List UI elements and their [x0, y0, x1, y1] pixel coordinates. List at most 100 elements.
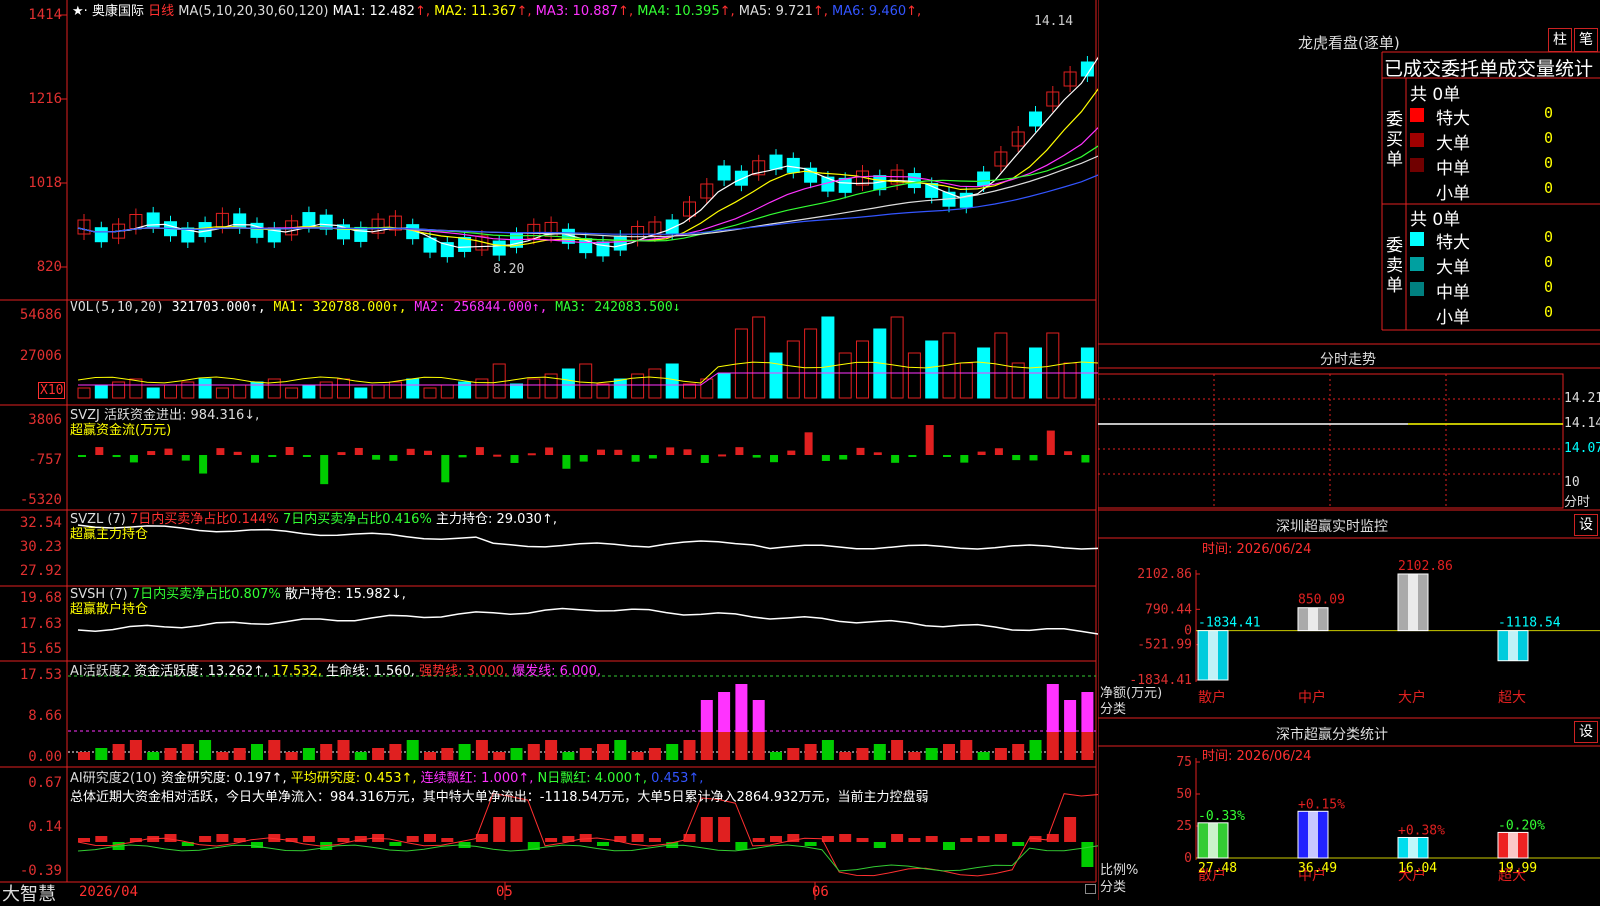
lock-icon[interactable] [1085, 884, 1096, 894]
price-tick: 1414 [28, 7, 62, 23]
volume-bar [354, 387, 368, 399]
order-type-label: 大单 [1436, 258, 1470, 278]
order-count: 0 [1544, 253, 1554, 271]
volume-bar [319, 381, 333, 399]
fund-flow-bar [614, 449, 623, 455]
volume-bar [510, 383, 523, 399]
activity-bar [199, 740, 212, 760]
sz-class-time: 时间: 2026/06/24 [1202, 749, 1312, 764]
star-icon[interactable]: ★· [72, 4, 88, 19]
activity-bar [1029, 740, 1042, 760]
activity-bar [95, 748, 108, 760]
research-bar [856, 838, 869, 842]
fund-flow-bar [683, 449, 692, 455]
bar-mode-button[interactable]: 柱 [1548, 28, 1572, 52]
svzl-tick: 27.92 [19, 563, 62, 579]
bar-change-label: +0.15% [1298, 797, 1345, 812]
bar-highlight [1308, 811, 1318, 858]
fund-flow-bar [320, 455, 329, 485]
vol-tick: 27006 [19, 348, 62, 364]
volume-bar [181, 381, 195, 399]
buy-total: 共 0单 [1410, 85, 1461, 105]
volume-bar [561, 368, 575, 399]
candle-body [838, 177, 852, 193]
activity-bar [994, 748, 1007, 760]
activity-bar [666, 744, 679, 760]
volume-bar [215, 387, 229, 399]
intraday-title: 分时走势 [1320, 352, 1376, 368]
sz-monitor-xlabel: 分类 [1100, 702, 1127, 717]
activity-bar [787, 748, 800, 760]
svsh-ratio: 7日内买卖净占比0.807% [131, 587, 281, 602]
svzl-position: 主力持仓: 29.030↑, [435, 512, 557, 527]
volume-bar [959, 362, 973, 399]
research-bar [199, 836, 212, 842]
svzj-tick: -757 [28, 452, 62, 468]
sz-monitor-settings-button[interactable]: 设 [1574, 514, 1598, 536]
fund-flow-bar [925, 425, 934, 455]
research-bar [1012, 842, 1025, 846]
activity-bar [181, 744, 194, 760]
research-bar [545, 838, 558, 842]
bar-axis-tick: 50 [1176, 787, 1192, 802]
fund-flow-bar [181, 455, 190, 461]
fund-flow-bar [233, 451, 242, 455]
svzl-ratio-a: 7日内买卖净占比0.144% [129, 512, 279, 527]
activity-bar [683, 740, 696, 760]
research-bar [994, 834, 1007, 842]
activity-bar [545, 740, 558, 760]
activity-bar [856, 748, 869, 760]
svzj-tick: -5320 [19, 492, 62, 508]
volume-bar [579, 363, 593, 399]
kline-chart-area[interactable]: ★· 奥康国际 日线 MA(5,10,20,30,60,120) MA1: 12… [0, 0, 1098, 905]
activity-bar [320, 744, 333, 760]
stock-name[interactable]: 奥康国际 [92, 4, 144, 19]
fund-flow-bar [1029, 455, 1038, 461]
activity-bar [804, 744, 817, 760]
fund-flow-bar [960, 455, 969, 463]
activity-bar [1012, 744, 1025, 760]
fund-flow-bar [735, 447, 744, 455]
research-bar [908, 838, 921, 842]
ma-value-4: MA4: 10.395↑, [633, 4, 735, 19]
candle-body [665, 219, 679, 235]
research-bar [977, 836, 990, 842]
bar-highlight [1508, 832, 1518, 858]
chart-canvas[interactable] [0, 0, 1098, 900]
order-type-label: 特大 [1436, 109, 1470, 129]
vol-unit-badge[interactable]: X10 [38, 382, 66, 399]
fund-flow-bar [700, 455, 709, 463]
tick-mode-button[interactable]: 笔 [1574, 28, 1598, 52]
fund-flow-bar [579, 455, 588, 462]
candle-body [786, 157, 800, 173]
sz-class-settings-button[interactable]: 设 [1574, 721, 1598, 743]
ai-research-avg: 平均研究度: 0.453↑, [290, 771, 417, 786]
research-bar [873, 842, 886, 848]
activity-bar [1064, 700, 1077, 732]
order-color-swatch [1410, 108, 1424, 122]
price-tick: 820 [36, 259, 62, 275]
activity-bar [943, 744, 955, 760]
svsh-tick: 19.68 [19, 590, 62, 606]
volume-bar [925, 340, 939, 399]
activity-bar [302, 748, 315, 760]
fund-flow-bar [787, 450, 796, 455]
buy-side-label: 委买单 [1386, 110, 1403, 170]
activity-bar [268, 740, 281, 760]
activity-bar [354, 752, 367, 760]
ma-value-3: MA3: 10.887↑, [531, 4, 634, 19]
fund-flow-bar [458, 455, 467, 458]
candle-body [233, 213, 247, 229]
activity-bar [562, 752, 575, 760]
research-bar [735, 842, 748, 850]
candle-body [734, 170, 748, 186]
order-row: 中单 0 [1410, 278, 1600, 303]
bar-value-label: 19.99 [1498, 861, 1537, 876]
order-color-swatch [1410, 257, 1424, 271]
ai-active-tick: 0.00 [28, 749, 62, 765]
activity-bar [216, 752, 229, 760]
activity-bar [631, 752, 644, 760]
fund-flow-bar [510, 455, 519, 463]
volume-bar [1011, 362, 1025, 399]
period-label[interactable]: 日线 [148, 4, 174, 19]
